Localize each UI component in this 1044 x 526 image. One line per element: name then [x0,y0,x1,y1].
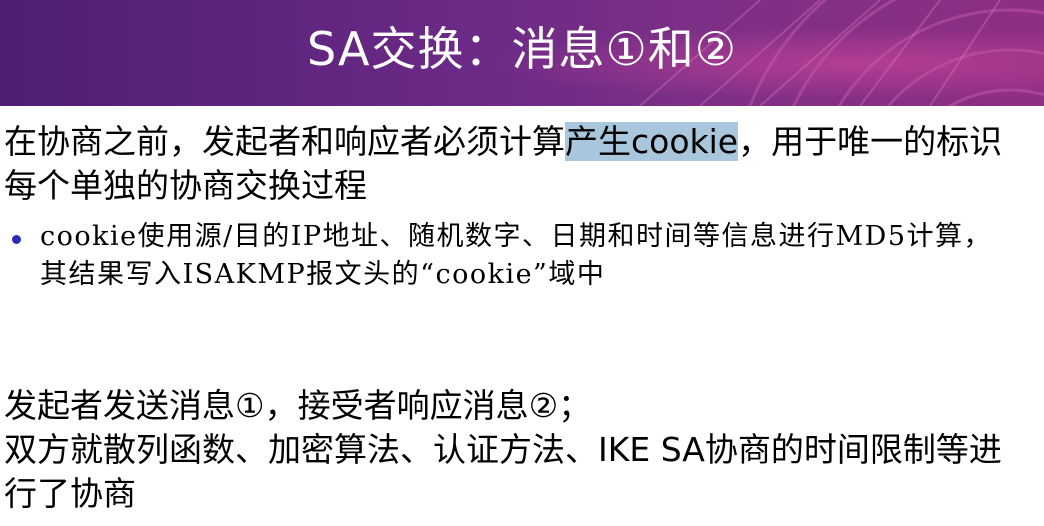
slide-title: SA交换：消息①和② [307,22,737,76]
message-line-2: 双方就散列函数、加密算法、认证方法、IKE SA协商的时间限制等进行了协商 [4,430,1002,513]
message-paragraph: 发起者发送消息①，接受者响应消息②； 双方就散列函数、加密算法、认证方法、IKE … [4,384,1034,516]
highlighted-text: 产生cookie [565,122,739,161]
bullet-text: cookie使用源/目的IP地址、随机数字、日期和时间等信息进行MD5计算，其结… [40,221,993,290]
bullet-dot-icon [12,235,21,244]
intro-text-before: 在协商之前，发起者和响应者必须计算 [4,122,565,161]
title-banner: SA交换：消息①和② [0,0,1044,106]
message-line-1: 发起者发送消息①，接受者响应消息②； [4,386,592,425]
intro-paragraph: 在协商之前，发起者和响应者必须计算产生cookie，用于唯一的标识每个单独的协商… [4,120,1034,208]
